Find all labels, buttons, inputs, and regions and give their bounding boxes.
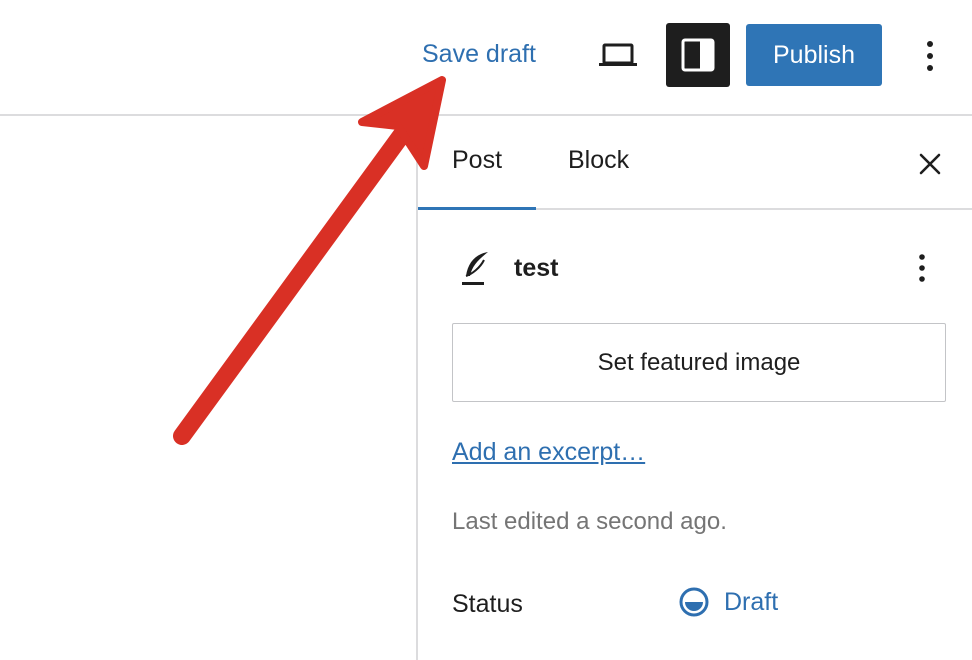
feather-icon [462, 252, 488, 285]
laptop-icon [599, 43, 637, 66]
tab-post[interactable]: Post [452, 146, 502, 175]
editor-canvas[interactable] [0, 116, 416, 660]
editor-header: Save draft Publish [0, 0, 972, 116]
post-actions-button[interactable] [910, 248, 934, 288]
vertical-ellipsis-icon [927, 41, 933, 71]
last-edited-text: Last edited a second ago. [452, 508, 727, 535]
status-label: Status [452, 590, 523, 618]
settings-sidebar-toggle[interactable] [666, 23, 730, 87]
status-value: Draft [724, 587, 779, 616]
save-draft-button[interactable]: Save draft [422, 40, 536, 69]
close-icon [919, 153, 941, 175]
post-summary: test [418, 246, 972, 296]
options-menu-button[interactable] [912, 30, 948, 82]
preview-button[interactable] [594, 36, 642, 76]
sidebar-toggle-icon [681, 38, 715, 72]
publish-button[interactable]: Publish [746, 24, 882, 86]
add-excerpt-link[interactable]: Add an excerpt… [452, 438, 645, 467]
post-title: test [514, 254, 559, 282]
set-featured-image-button[interactable]: Set featured image [452, 323, 946, 402]
status-dropdown[interactable]: Draft [678, 586, 778, 618]
tab-block[interactable]: Block [568, 146, 629, 175]
settings-sidebar: Post Block test Set featured image Add a… [416, 116, 972, 660]
active-tab-indicator [418, 207, 536, 210]
close-sidebar-button[interactable] [914, 148, 946, 180]
sidebar-tabs: Post Block [418, 116, 972, 210]
draft-status-icon [679, 587, 709, 617]
vertical-ellipsis-icon [919, 254, 925, 282]
